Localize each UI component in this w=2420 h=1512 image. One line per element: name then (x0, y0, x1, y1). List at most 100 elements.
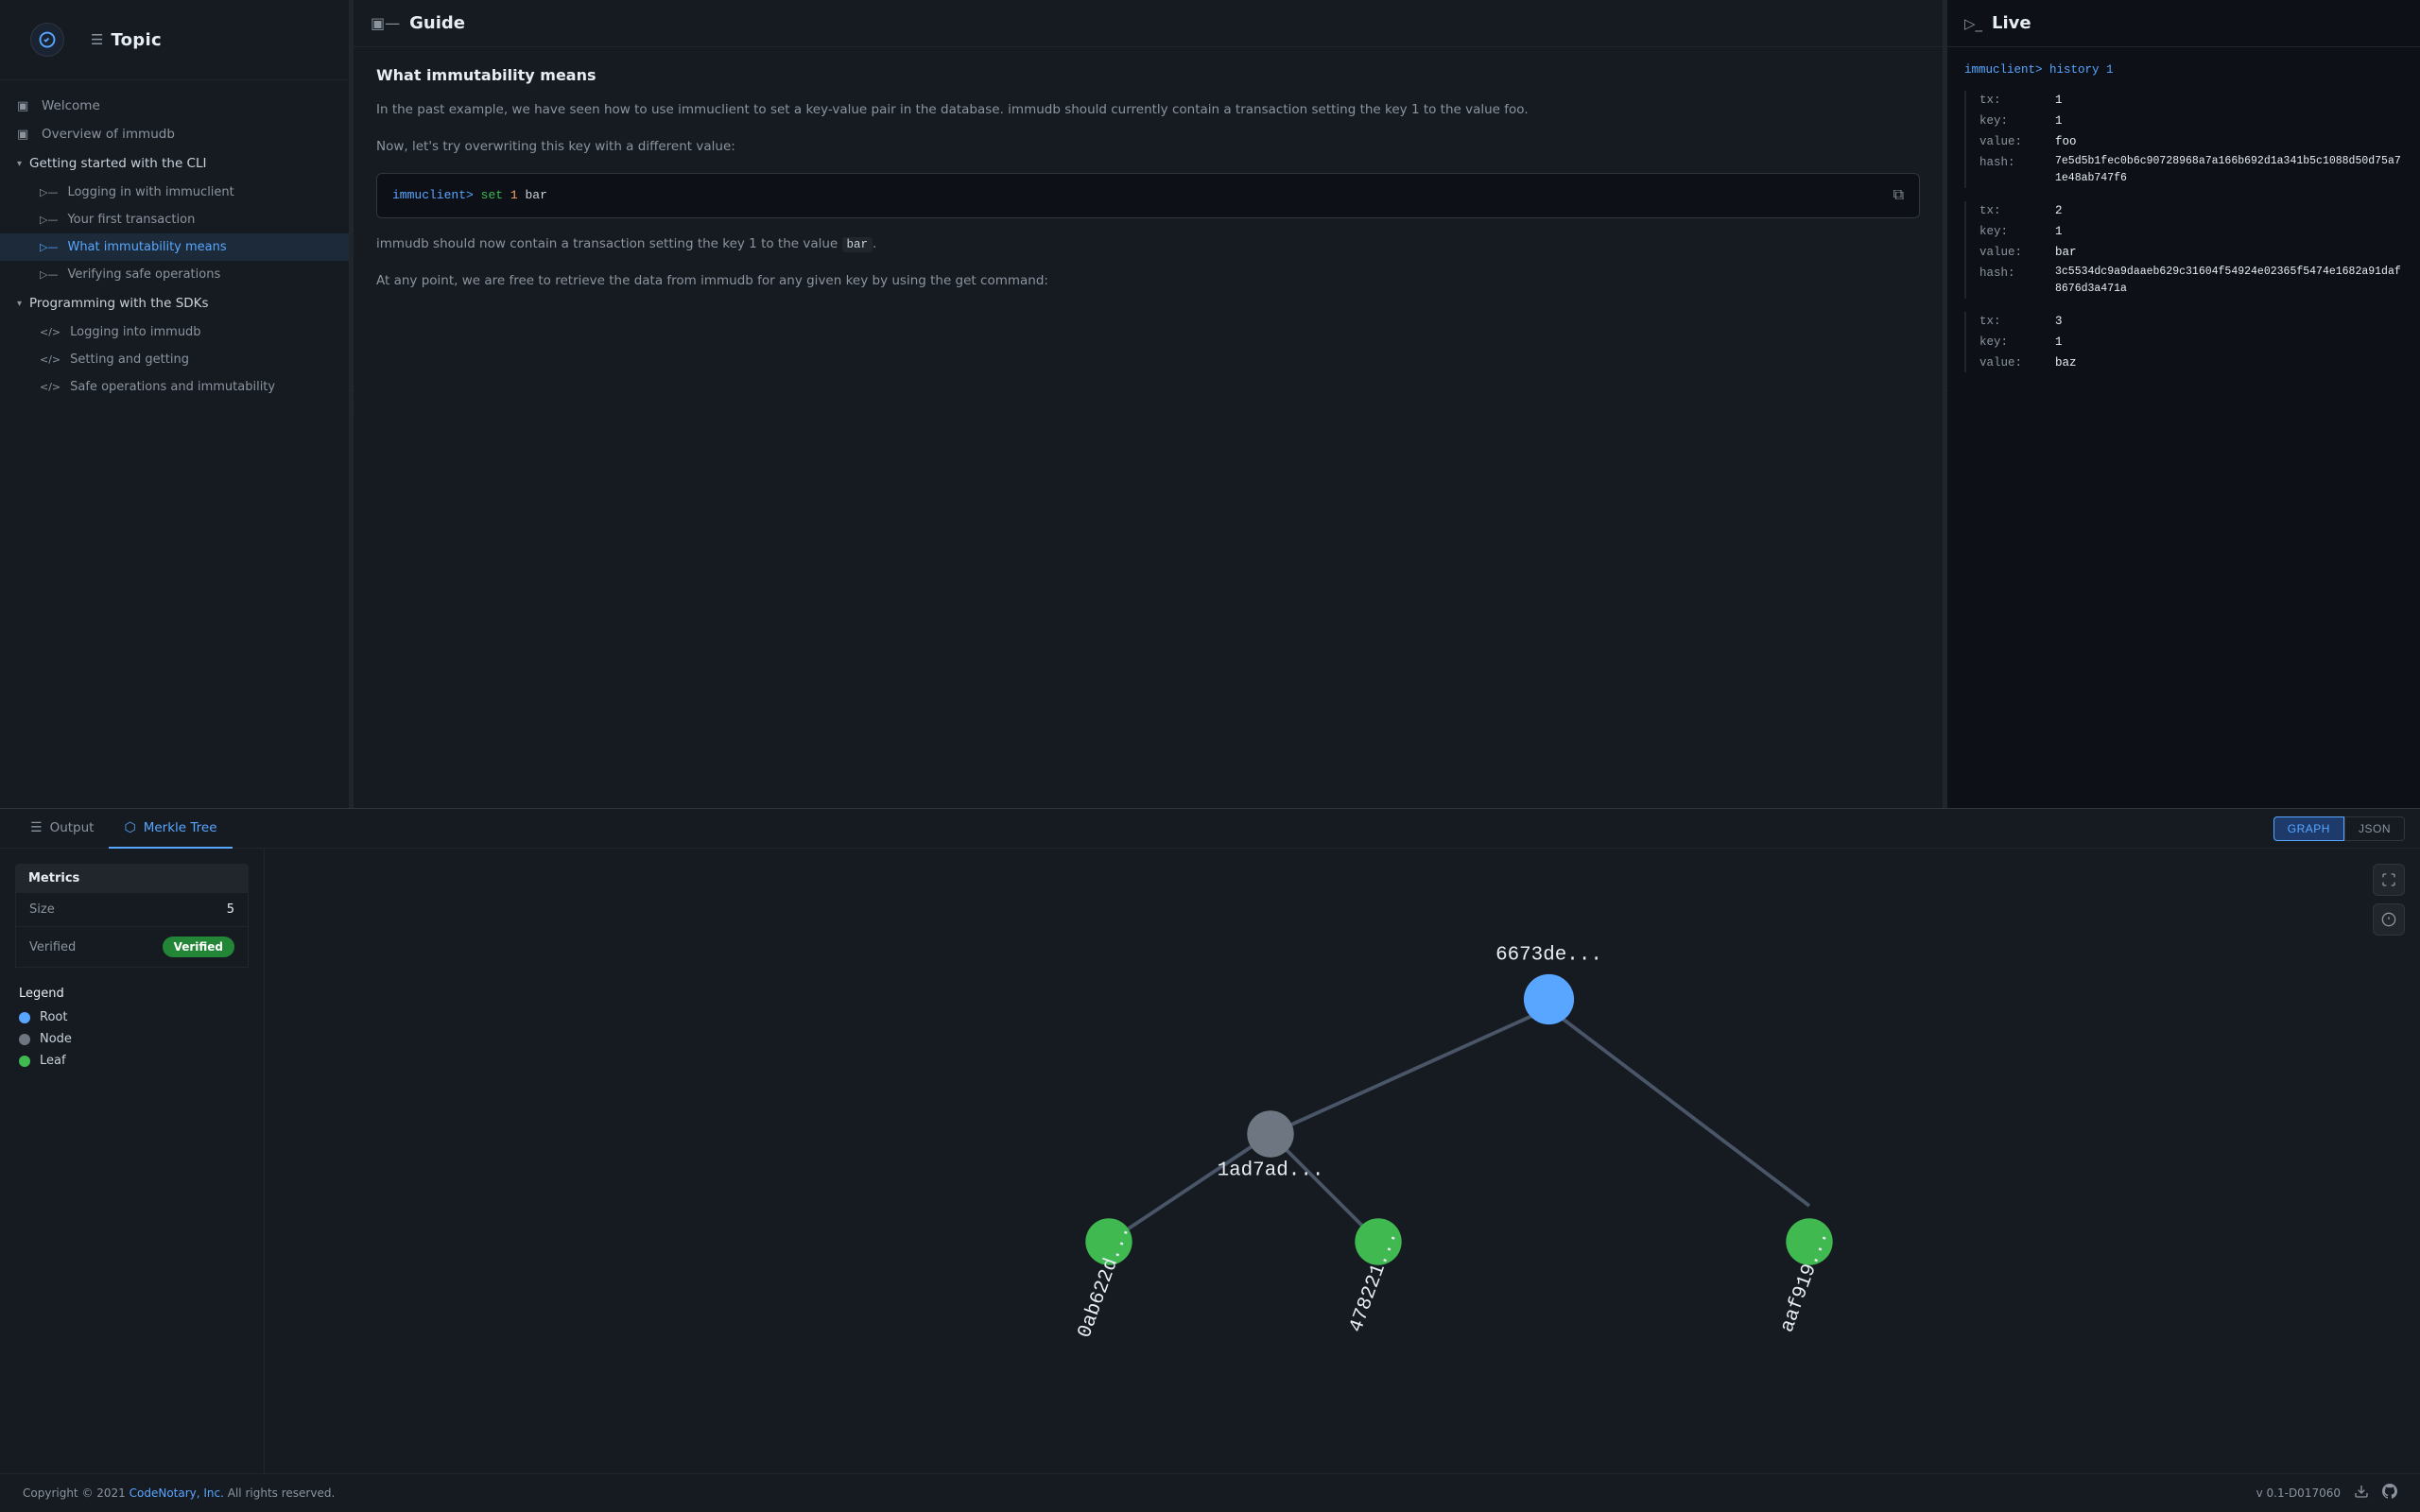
legend-node: Node (19, 1032, 245, 1046)
output-tab-label: Output (50, 820, 95, 835)
footer: Copyright © 2021 CodeNotary, Inc. All ri… (0, 1473, 2420, 1512)
tab-output[interactable]: ☰ Output (15, 809, 109, 849)
value-2: bar (2055, 243, 2077, 262)
key-1-value: 1 (2055, 112, 2063, 130)
sidebar-menu-icon: ☰ (91, 31, 103, 48)
size-label: Size (29, 902, 55, 917)
copy-button[interactable]: ⧉ (1893, 187, 1904, 204)
internal-node (1247, 1110, 1293, 1157)
code-text: immuclient> set 1 bar (392, 188, 547, 202)
sidebar-section-programming[interactable]: ▾ Programming with the SDKs (0, 288, 349, 318)
metrics-size-row: Size 5 (15, 893, 249, 927)
cli-icon-active: ▷— (40, 241, 58, 253)
node-label: Node (40, 1032, 72, 1046)
live-title: Live (1992, 13, 2031, 33)
tx-3-value: 3 (2055, 312, 2063, 331)
merkle-tab-label: Merkle Tree (144, 820, 217, 835)
sidebar-item-logging-sdk[interactable]: </> Logging into immudb (0, 318, 349, 346)
sub-item-label: Your first transaction (67, 213, 195, 227)
live-panel: ▷_ Live immuclient> history 1 tx:1 key:1… (1947, 0, 2420, 808)
download-icon[interactable] (2354, 1484, 2369, 1503)
section-label: Programming with the SDKs (29, 296, 209, 311)
legend-root: Root (19, 1010, 245, 1024)
sidebar-item-first-transaction[interactable]: ▷— Your first transaction (0, 206, 349, 233)
root-node (1524, 974, 1574, 1024)
sidebar-item-overview[interactable]: ▣ Overview of immudb (0, 120, 349, 148)
guide-section-title: What immutability means (376, 66, 1920, 84)
node1-label: 1ad7ad... (1218, 1160, 1324, 1182)
info-button[interactable] (2373, 903, 2405, 936)
live-entry-2: tx:2 key:1 value:bar hash:3c5534dc9a9daa… (1964, 201, 2403, 299)
guide-title: Guide (409, 13, 465, 33)
sidebar-section-getting-started[interactable]: ▾ Getting started with the CLI (0, 148, 349, 179)
graph-area: 6673de... 1ad7ad... 0ab622d... 478221...… (265, 849, 2420, 1473)
sidebar-item-safe-ops[interactable]: </> Safe operations and immutability (0, 373, 349, 401)
metrics-verified-row: Verified Verified (15, 927, 249, 968)
sub-item-label: Setting and getting (70, 352, 189, 367)
guide-paragraph-2: Now, let's try overwriting this key with… (376, 136, 1920, 158)
guide-icon: ▣— (371, 14, 400, 32)
metrics-title: Metrics (15, 864, 249, 893)
page-icon: ▣ (17, 99, 32, 113)
sidebar-item-verifying[interactable]: ▷— Verifying safe operations (0, 261, 349, 288)
sidebar-item-welcome[interactable]: ▣ Welcome (0, 92, 349, 120)
github-icon[interactable] (2382, 1484, 2397, 1503)
arrow-icon: ▾ (17, 159, 22, 169)
live-header: ▷_ Live (1947, 0, 2420, 47)
bottom-section: ☰ Output ⬡ Merkle Tree GRAPH JSON Metric… (0, 808, 2420, 1473)
leaf-dot (19, 1056, 30, 1067)
guide-paragraph-3: immudb should now contain a transaction … (376, 233, 1920, 255)
cli-icon: ▷— (40, 186, 58, 198)
footer-copyright: Copyright © 2021 CodeNotary, Inc. All ri… (23, 1486, 335, 1500)
tab-merkle-tree[interactable]: ⬡ Merkle Tree (109, 809, 232, 849)
verified-badge: Verified (163, 936, 234, 957)
leaf-label: Leaf (40, 1054, 66, 1068)
hash-1: 7e5d5b1fec0b6c90728968a7a166b692d1a341b5… (2055, 153, 2403, 188)
sub-item-label: Logging into immudb (70, 325, 200, 339)
key-3-value: 1 (2055, 333, 2063, 352)
cli-icon: ▷— (40, 214, 58, 226)
value-3: baz (2055, 353, 2077, 372)
guide-paragraph-1: In the past example, we have seen how to… (376, 99, 1920, 121)
sidebar-item-immutability[interactable]: ▷— What immutability means (0, 233, 349, 261)
node-dot (19, 1034, 30, 1045)
footer-company-link[interactable]: CodeNotary, Inc. (130, 1486, 224, 1500)
live-content: immuclient> history 1 tx:1 key:1 value:f… (1947, 47, 2420, 808)
live-icon: ▷_ (1964, 15, 1982, 32)
sidebar-item-setting-getting[interactable]: </> Setting and getting (0, 346, 349, 373)
sub-item-label: Verifying safe operations (67, 267, 220, 282)
sidebar: ☰ Topic ▣ Welcome ▣ Overview of immudb ▾… (0, 0, 350, 808)
sidebar-item-logging-in[interactable]: ▷— Logging in with immuclient (0, 179, 349, 206)
sub-item-label: What immutability means (67, 240, 226, 254)
root-dot (19, 1012, 30, 1023)
sdk-icon: </> (40, 353, 60, 366)
bottom-tabs-bar: ☰ Output ⬡ Merkle Tree GRAPH JSON (0, 809, 2420, 849)
version-label: v 0.1-D017060 (2256, 1486, 2341, 1500)
sidebar-item-label: Overview of immudb (42, 127, 175, 142)
merkle-tab-icon: ⬡ (124, 820, 135, 835)
bottom-content: Metrics Size 5 Verified Verified Legend … (0, 849, 2420, 1473)
guide-header: ▣— Guide (354, 0, 1943, 47)
tx-2-value: 2 (2055, 201, 2063, 220)
live-prompt: immuclient> history 1 (1964, 60, 2403, 79)
code-command: set (481, 188, 503, 202)
footer-right: v 0.1-D017060 (2256, 1484, 2397, 1503)
sub-item-label: Safe operations and immutability (70, 380, 275, 394)
fullscreen-button[interactable] (2373, 864, 2405, 896)
sub-item-label: Logging in with immuclient (67, 185, 233, 199)
root-label: Root (40, 1010, 67, 1024)
sidebar-nav: ▣ Welcome ▣ Overview of immudb ▾ Getting… (0, 80, 349, 808)
tx-1-value: 1 (2055, 91, 2063, 110)
sidebar-title: Topic (111, 30, 161, 50)
legend-title: Legend (19, 987, 245, 1001)
json-view-button[interactable]: JSON (2344, 816, 2405, 841)
guide-panel: ▣— Guide What immutability means In the … (354, 0, 1944, 808)
logo (30, 23, 64, 57)
merkle-graph-svg: 6673de... 1ad7ad... 0ab622d... 478221...… (265, 849, 2420, 1473)
graph-view-button[interactable]: GRAPH (2273, 816, 2344, 841)
code-block: immuclient> set 1 bar ⧉ (376, 173, 1920, 218)
key-2-value: 1 (2055, 222, 2063, 241)
arrow-icon: ▾ (17, 299, 22, 309)
legend: Legend Root Node Leaf (15, 987, 249, 1068)
graph-controls (2373, 864, 2405, 936)
